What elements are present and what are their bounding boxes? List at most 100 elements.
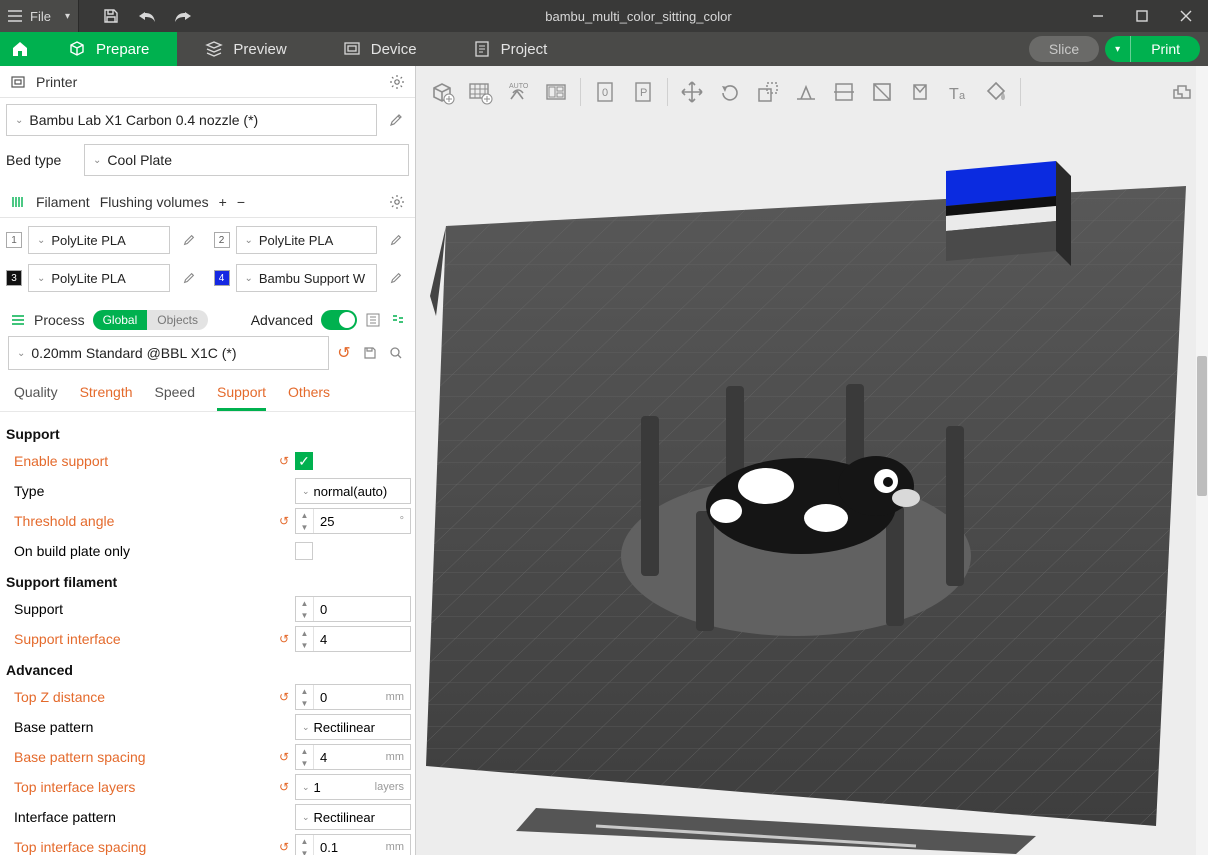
chevron-down-icon: ⌄ — [15, 115, 23, 126]
top-interface-spacing-input[interactable]: ▲▼0.1mm — [295, 834, 411, 855]
tab-speed[interactable]: Speed — [155, 376, 195, 411]
process-profile-value: 0.20mm Standard @BBL X1C (*) — [31, 345, 236, 361]
minimize-button[interactable] — [1076, 0, 1120, 32]
filament-swatch[interactable]: 2 — [214, 232, 230, 248]
enable-support-checkbox[interactable]: ✓ — [295, 452, 313, 470]
reset-icon[interactable]: ↺ — [273, 780, 295, 794]
bed-type-select[interactable]: ⌄ Cool Plate — [84, 144, 409, 176]
edit-filament-button[interactable] — [383, 262, 409, 294]
hamburger-icon — [8, 10, 22, 22]
scrollbar-thumb[interactable] — [1197, 356, 1207, 496]
support-type-select[interactable]: ⌄normal(auto) — [295, 478, 411, 504]
tab-project[interactable]: Project — [445, 32, 576, 66]
tab-preview[interactable]: Preview — [177, 32, 314, 66]
process-profile-select[interactable]: ⌄ 0.20mm Standard @BBL X1C (*) — [8, 336, 329, 370]
group-support-filament-header: Support filament — [4, 566, 411, 594]
add-plate-icon[interactable] — [462, 74, 498, 110]
printer-profile-select[interactable]: ⌄ Bambu Lab X1 Carbon 0.4 nozzle (*) — [6, 104, 377, 136]
edit-filament-button[interactable] — [383, 224, 409, 256]
process-tabs: Quality Strength Speed Support Others — [0, 376, 415, 412]
tab-others[interactable]: Others — [288, 376, 330, 411]
search-settings-button[interactable] — [385, 346, 407, 360]
rotate-icon[interactable] — [712, 74, 748, 110]
filament-swatch[interactable]: 4 — [214, 270, 230, 286]
process-scope-toggle[interactable]: Global Objects — [93, 310, 208, 330]
filament-swatch[interactable]: 3 — [6, 270, 22, 286]
auto-orient-icon[interactable]: AUTO — [500, 74, 536, 110]
cut-icon[interactable] — [826, 74, 862, 110]
remove-filament-button[interactable]: − — [237, 194, 245, 210]
color-paint-icon[interactable] — [978, 74, 1014, 110]
reset-icon[interactable]: ↺ — [273, 632, 295, 646]
tab-strength[interactable]: Strength — [80, 376, 133, 411]
edit-filament-button[interactable] — [176, 224, 202, 256]
arrange-icon[interactable] — [538, 74, 574, 110]
tab-device[interactable]: Device — [315, 32, 445, 66]
gear-icon[interactable] — [389, 74, 405, 90]
label-support-interface: Support interface — [4, 631, 273, 647]
top-layers-select[interactable]: ⌄1layers — [295, 774, 411, 800]
add-cube-icon[interactable] — [424, 74, 460, 110]
seam-paint-icon[interactable] — [864, 74, 900, 110]
filament-swatch[interactable]: 1 — [6, 232, 22, 248]
scale-icon[interactable] — [750, 74, 786, 110]
filament-select[interactable]: ⌄PolyLite PLA — [28, 226, 170, 254]
viewport-scrollbar[interactable] — [1196, 66, 1208, 855]
filament-select[interactable]: ⌄PolyLite PLA — [28, 264, 170, 292]
reset-profile-button[interactable]: ↺ — [333, 343, 355, 363]
scope-global[interactable]: Global — [93, 310, 148, 330]
reset-icon[interactable]: ↺ — [273, 690, 295, 704]
threshold-angle-input[interactable]: ▲▼25° — [295, 508, 411, 534]
lay-flat-icon[interactable] — [788, 74, 824, 110]
add-filament-button[interactable]: + — [219, 194, 227, 210]
variable-layer-icon[interactable]: 0 — [587, 74, 623, 110]
reset-icon[interactable]: ↺ — [273, 750, 295, 764]
plate-settings-icon[interactable]: P — [625, 74, 661, 110]
print-button[interactable]: Print — [1131, 36, 1200, 62]
move-icon[interactable] — [674, 74, 710, 110]
viewport-toolbar: AUTO 0 P Ta — [424, 72, 1200, 112]
interface-pattern-select[interactable]: ⌄Rectilinear — [295, 804, 411, 830]
reset-icon[interactable]: ↺ — [273, 454, 295, 468]
project-icon — [473, 40, 491, 58]
flushing-volumes-button[interactable]: Flushing volumes — [100, 194, 209, 210]
top-z-input[interactable]: ▲▼0mm — [295, 684, 411, 710]
close-button[interactable] — [1164, 0, 1208, 32]
support-interface-input[interactable]: ▲▼4 — [295, 626, 411, 652]
assembly-icon[interactable] — [1164, 74, 1200, 110]
text-icon[interactable]: Ta — [940, 74, 976, 110]
settings-scroll-area[interactable]: Support Enable support ↺ ✓ Type ⌄normal(… — [0, 412, 415, 855]
base-pattern-select[interactable]: ⌄Rectilinear — [295, 714, 411, 740]
support-paint-icon[interactable] — [902, 74, 938, 110]
maximize-button[interactable] — [1120, 0, 1164, 32]
tab-prepare[interactable]: Prepare — [40, 32, 177, 66]
tab-label: Device — [371, 41, 417, 58]
edit-printer-button[interactable] — [383, 104, 409, 136]
reset-icon[interactable]: ↺ — [273, 514, 295, 528]
tab-quality[interactable]: Quality — [14, 376, 58, 411]
home-button[interactable] — [0, 32, 40, 66]
base-spacing-input[interactable]: ▲▼4mm — [295, 744, 411, 770]
3d-viewport[interactable]: AUTO 0 P Ta — [416, 66, 1208, 855]
undo-button[interactable] — [129, 0, 165, 32]
filament-select[interactable]: ⌄Bambu Support W — [236, 264, 378, 292]
build-plate-only-checkbox[interactable] — [295, 542, 313, 560]
advanced-toggle[interactable] — [321, 310, 357, 330]
file-menu[interactable]: File ▾ — [0, 0, 79, 32]
gear-icon[interactable] — [389, 194, 405, 210]
bed-type-label: Bed type — [6, 152, 76, 168]
edit-filament-button[interactable] — [176, 262, 202, 294]
scope-objects[interactable]: Objects — [147, 310, 208, 330]
reset-icon[interactable]: ↺ — [273, 840, 295, 854]
slice-button[interactable]: Slice — [1029, 36, 1099, 62]
support-filament-input[interactable]: ▲▼0 — [295, 596, 411, 622]
file-menu-label: File — [30, 9, 51, 24]
save-profile-button[interactable] — [359, 346, 381, 360]
compare-icon[interactable] — [389, 312, 405, 328]
tab-support[interactable]: Support — [217, 376, 266, 411]
list-icon[interactable] — [365, 312, 381, 328]
save-button[interactable] — [93, 0, 129, 32]
redo-button[interactable] — [165, 0, 201, 32]
print-dropdown[interactable]: ▾ — [1105, 36, 1131, 62]
filament-select[interactable]: ⌄PolyLite PLA — [236, 226, 378, 254]
